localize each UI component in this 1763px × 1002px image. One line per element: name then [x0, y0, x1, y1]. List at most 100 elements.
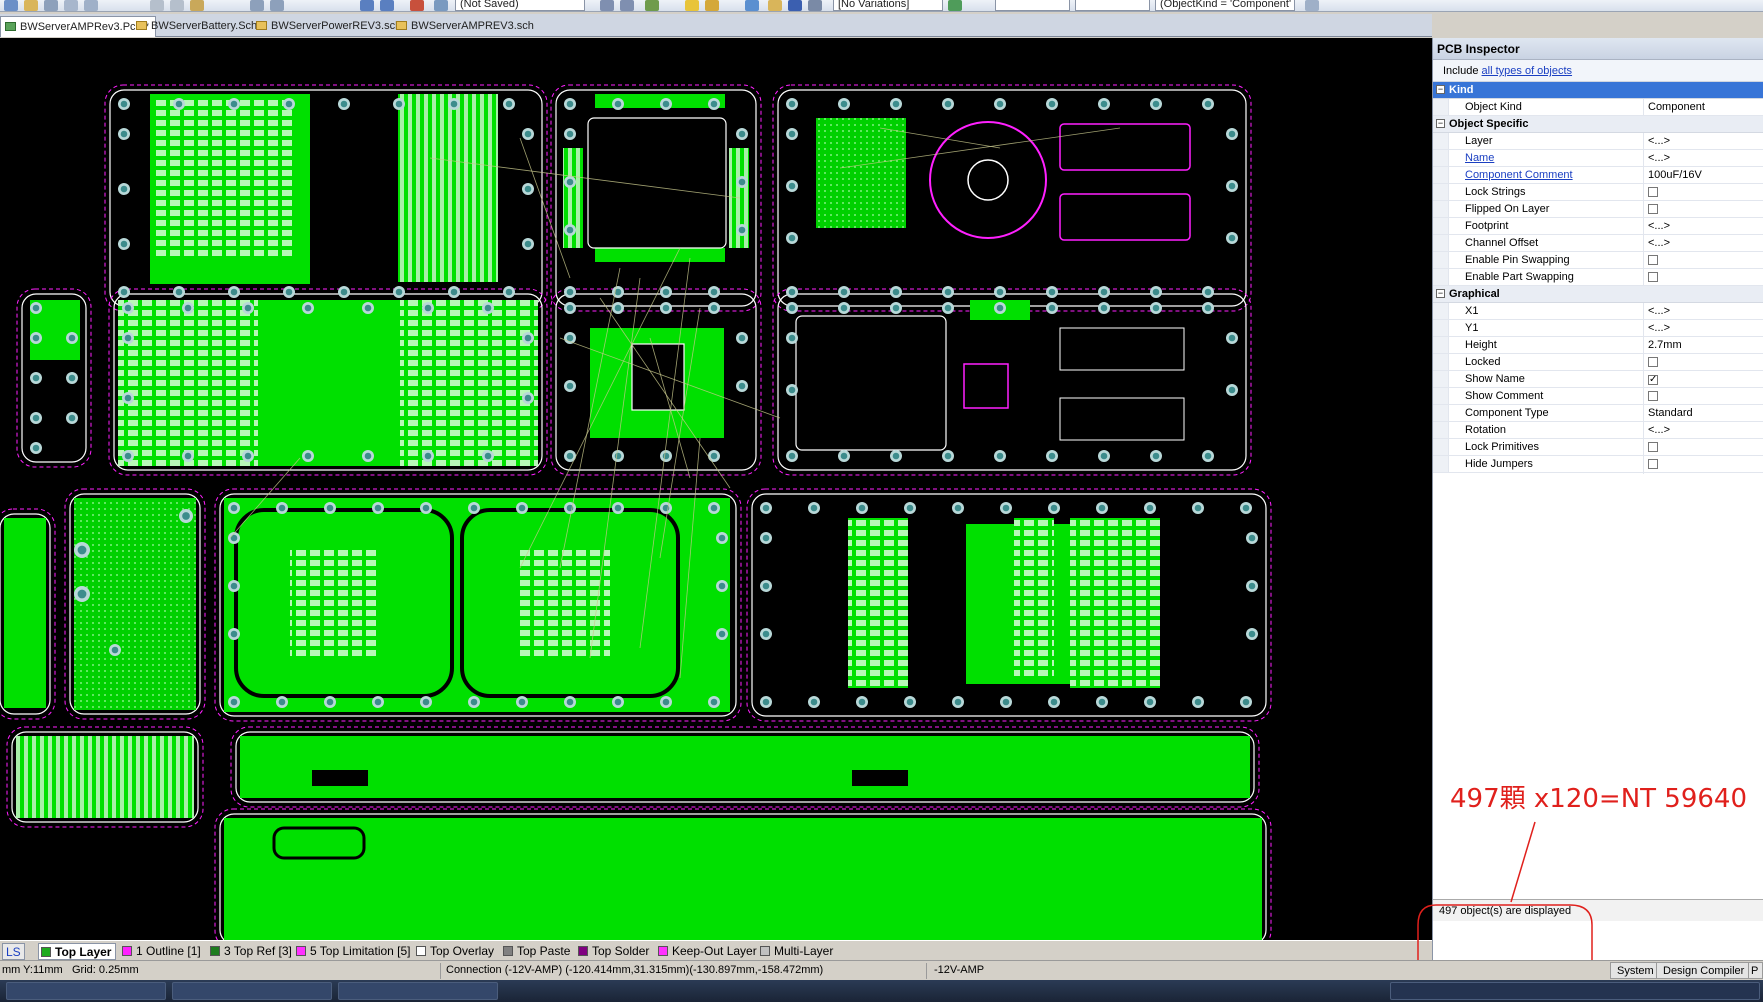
pen-icon[interactable]: [410, 0, 424, 11]
property-value[interactable]: <...>: [1643, 235, 1763, 251]
property-row[interactable]: Enable Pin Swapping: [1433, 252, 1763, 270]
save-icon[interactable]: [4, 0, 18, 11]
drill-icon[interactable]: [705, 0, 719, 11]
property-checkbox[interactable]: [1643, 439, 1763, 457]
property-checkbox[interactable]: [1643, 201, 1763, 219]
image-icon[interactable]: [434, 0, 448, 11]
collapse-toggle-icon[interactable]: −: [1436, 289, 1445, 298]
section-header[interactable]: − Object Specific: [1433, 116, 1763, 133]
property-value[interactable]: <...>: [1643, 303, 1763, 319]
variations-combo[interactable]: [No Variations]: [833, 0, 943, 11]
hash-icon[interactable]: [620, 0, 634, 11]
property-checkbox[interactable]: [1643, 252, 1763, 270]
property-value[interactable]: Standard: [1643, 405, 1763, 421]
collapse-toggle-icon[interactable]: −: [1436, 85, 1445, 94]
property-checkbox[interactable]: [1643, 388, 1763, 406]
property-row[interactable]: Lock Strings: [1433, 184, 1763, 202]
open-icon[interactable]: [24, 0, 38, 11]
pcb-canvas[interactable]: [0, 38, 1432, 940]
p-panel-button[interactable]: P: [1748, 962, 1763, 979]
move-icon[interactable]: [270, 0, 284, 11]
search-icon[interactable]: [1305, 0, 1319, 11]
layer-tab-ls[interactable]: LS: [2, 943, 25, 960]
layer-tab-multi-layer[interactable]: Multi-Layer: [760, 943, 833, 960]
select-icon[interactable]: [250, 0, 264, 11]
property-row[interactable]: Enable Part Swapping: [1433, 269, 1763, 287]
layer-tab-keep-out[interactable]: Keep-Out Layer: [658, 943, 757, 960]
unchecked-icon[interactable]: [1648, 357, 1658, 367]
property-row[interactable]: Rotation <...>: [1433, 422, 1763, 439]
doc-tab-amp-sch[interactable]: BWServerAMPREV3.sch: [392, 16, 534, 37]
undo-icon[interactable]: [360, 0, 374, 11]
layer-set-combo[interactable]: [995, 0, 1070, 11]
layer-tab-top-overlay[interactable]: Top Overlay: [416, 943, 494, 960]
zoom-fit-icon[interactable]: [84, 0, 98, 11]
property-name[interactable]: Component Comment: [1465, 167, 1615, 183]
property-value[interactable]: <...>: [1643, 218, 1763, 234]
checked-icon[interactable]: ✓: [1648, 375, 1658, 385]
filter-combo[interactable]: [1075, 0, 1150, 11]
flag-icon[interactable]: [645, 0, 659, 11]
rectangle-icon[interactable]: [745, 0, 759, 11]
property-row[interactable]: X1 <...>: [1433, 303, 1763, 320]
redo-icon[interactable]: [380, 0, 394, 11]
cut-icon[interactable]: [150, 0, 164, 11]
print-icon[interactable]: [44, 0, 58, 11]
property-value[interactable]: <...>: [1643, 422, 1763, 438]
unchecked-icon[interactable]: [1648, 459, 1658, 469]
unchecked-icon[interactable]: [1648, 187, 1658, 197]
property-checkbox[interactable]: ✓: [1643, 371, 1763, 387]
property-row[interactable]: Show Name ✓: [1433, 371, 1763, 388]
query-combo[interactable]: (ObjectKind = 'Component': [1155, 0, 1295, 11]
property-value[interactable]: <...>: [1643, 320, 1763, 336]
chip-icon[interactable]: [948, 0, 962, 11]
text-icon[interactable]: [788, 0, 802, 11]
property-value[interactable]: 100uF/16V: [1643, 167, 1763, 183]
property-checkbox[interactable]: [1643, 184, 1763, 202]
property-row[interactable]: Name <...>: [1433, 150, 1763, 167]
property-value[interactable]: <...>: [1643, 150, 1763, 166]
copy-icon[interactable]: [170, 0, 184, 11]
unchecked-icon[interactable]: [1648, 204, 1658, 214]
property-checkbox[interactable]: [1643, 456, 1763, 474]
taskbar-app-browser[interactable]: [338, 982, 498, 1000]
unchecked-icon[interactable]: [1648, 391, 1658, 401]
unchecked-icon[interactable]: [1648, 255, 1658, 265]
property-checkbox[interactable]: [1643, 354, 1763, 372]
property-row[interactable]: Flipped On Layer: [1433, 201, 1763, 219]
property-row[interactable]: Lock Primitives: [1433, 439, 1763, 457]
section-header[interactable]: − Graphical: [1433, 286, 1763, 303]
property-value[interactable]: Component: [1643, 99, 1763, 115]
taskbar-app-explorer[interactable]: [172, 982, 332, 1000]
layer-tab-top-solder[interactable]: Top Solder: [578, 943, 649, 960]
taskbar-app-altium[interactable]: [6, 982, 166, 1000]
folder-icon[interactable]: [768, 0, 782, 11]
property-row[interactable]: Show Comment: [1433, 388, 1763, 406]
layer-tab-top-paste[interactable]: Top Paste: [503, 943, 570, 960]
doc-tab-power-sch[interactable]: BWServerPowerREV3.sch: [252, 16, 401, 37]
design-compiler-button[interactable]: Design Compiler: [1656, 962, 1752, 979]
document-state-combo[interactable]: (Not Saved): [455, 0, 585, 11]
unchecked-icon[interactable]: [1648, 442, 1658, 452]
bulb-icon[interactable]: [685, 0, 699, 11]
layer-tab-outline[interactable]: 1 Outline [1]: [122, 943, 201, 960]
property-row[interactable]: Locked: [1433, 354, 1763, 372]
component-icon[interactable]: [808, 0, 822, 11]
unchecked-icon[interactable]: [1648, 272, 1658, 282]
property-row[interactable]: Y1 <...>: [1433, 320, 1763, 337]
property-row[interactable]: Component Type Standard: [1433, 405, 1763, 422]
paste-icon[interactable]: [190, 0, 204, 11]
property-value[interactable]: <...>: [1643, 133, 1763, 149]
property-row[interactable]: Height 2.7mm: [1433, 337, 1763, 354]
property-row[interactable]: Channel Offset <...>: [1433, 235, 1763, 252]
property-name[interactable]: Name: [1465, 150, 1615, 166]
property-row[interactable]: Layer <...>: [1433, 133, 1763, 150]
include-objects-link[interactable]: all types of objects: [1482, 65, 1573, 77]
property-row[interactable]: Component Comment 100uF/16V: [1433, 167, 1763, 184]
layer-tab-top-layer[interactable]: Top Layer: [38, 943, 117, 960]
property-row[interactable]: Footprint <...>: [1433, 218, 1763, 235]
property-row[interactable]: Hide Jumpers: [1433, 456, 1763, 474]
property-value[interactable]: 2.7mm: [1643, 337, 1763, 353]
layer-tab-top-limitation[interactable]: 5 Top Limitation [5]: [296, 943, 411, 960]
property-row[interactable]: Object Kind Component: [1433, 99, 1763, 116]
